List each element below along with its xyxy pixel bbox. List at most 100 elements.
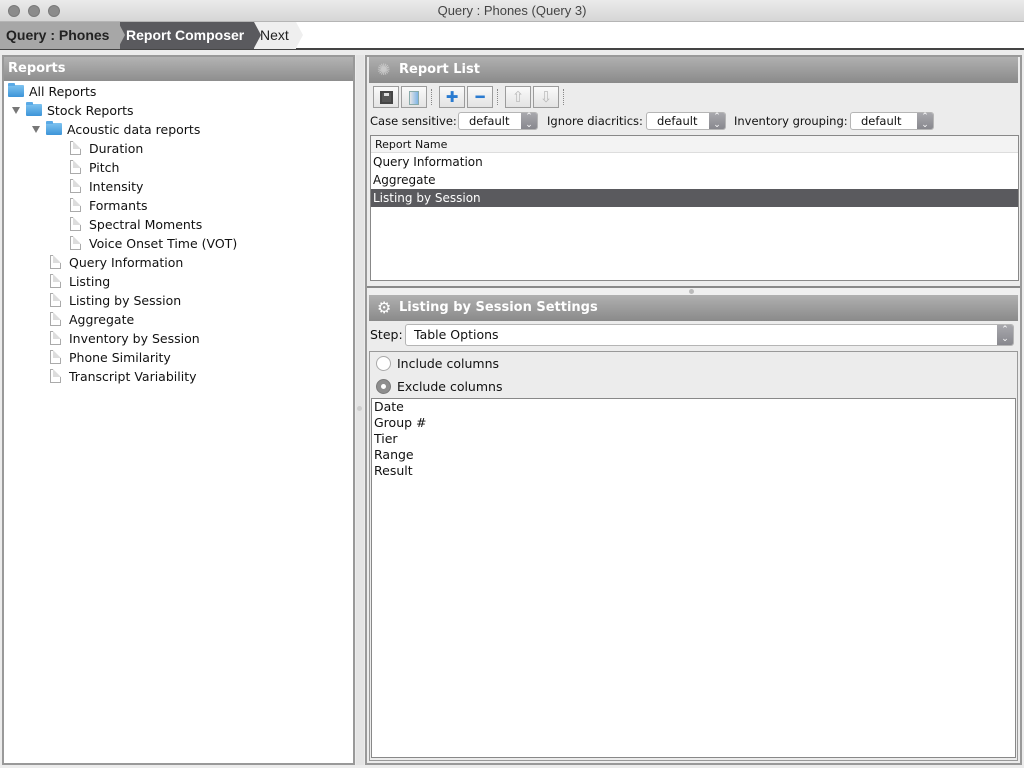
tree-item-label: Intensity — [89, 179, 144, 194]
expand-triangle-icon[interactable] — [32, 126, 40, 133]
document-icon — [50, 350, 61, 364]
tree-item-label: Stock Reports — [47, 103, 134, 118]
ignore-diacritics-value: default — [657, 114, 698, 128]
ignore-diacritics-select[interactable]: default ⌃ ⌄ — [646, 112, 726, 130]
breadcrumb-separator — [254, 22, 261, 48]
tree-item-listing-by-session[interactable]: Listing by Session — [50, 291, 181, 310]
exclude-columns-radio[interactable]: Exclude columns — [376, 377, 502, 397]
tree-item-vot[interactable]: Voice Onset Time (VOT) — [70, 234, 237, 253]
vertical-split-handle[interactable] — [356, 55, 364, 765]
table-row[interactable]: Query Information — [371, 153, 1018, 171]
zoom-window-button[interactable] — [48, 5, 60, 17]
tree-item-label: All Reports — [29, 84, 97, 99]
tree-item-query-information[interactable]: Query Information — [50, 253, 183, 272]
tree-item-transcript-variability[interactable]: Transcript Variability — [50, 367, 197, 386]
open-button[interactable] — [401, 86, 427, 108]
report-list-title: Report List — [399, 62, 480, 77]
folder-icon — [26, 102, 42, 116]
settings-header: ⚙ Listing by Session Settings — [369, 295, 1018, 321]
tree-item-phone-similarity[interactable]: Phone Similarity — [50, 348, 171, 367]
window-title: Query : Phones (Query 3) — [437, 3, 587, 18]
case-sensitive-label: Case sensitive: — [370, 114, 457, 128]
spinner-icon: ✺ — [377, 60, 391, 79]
breadcrumb-report-composer-label: Report Composer — [126, 27, 245, 43]
case-sensitive-value: default — [469, 114, 510, 128]
column-item: Group # — [374, 415, 427, 430]
step-value: Table Options — [414, 327, 499, 342]
tree-item-inventory-by-session[interactable]: Inventory by Session — [50, 329, 200, 348]
close-window-button[interactable] — [8, 5, 20, 17]
chevron-updown-icon: ⌃ ⌄ — [997, 325, 1013, 345]
radio-checked-icon — [376, 379, 391, 394]
folder-icon — [8, 83, 24, 97]
step-label: Step: — [370, 327, 403, 342]
exclude-columns-label: Exclude columns — [397, 379, 503, 394]
tree-item-label: Inventory by Session — [69, 331, 200, 346]
reports-panel: Reports All Reports Stock Reports Acoust… — [2, 55, 355, 765]
remove-report-button[interactable]: ━ — [467, 86, 493, 108]
breadcrumb-separator — [296, 22, 303, 48]
tree-item-duration[interactable]: Duration — [70, 139, 143, 158]
tree-item-formants[interactable]: Formants — [70, 196, 147, 215]
document-icon — [50, 293, 61, 307]
ignore-diacritics-label: Ignore diacritics: — [547, 114, 643, 128]
breadcrumb-query-phones-label: Query : Phones — [6, 27, 110, 43]
tree-item-stock-reports[interactable]: Stock Reports — [12, 101, 134, 120]
column-item: Result — [374, 463, 413, 478]
document-icon — [70, 217, 81, 231]
document-icon — [70, 198, 81, 212]
tree-item-listing[interactable]: Listing — [50, 272, 110, 291]
tree-item-intensity[interactable]: Intensity — [70, 177, 143, 196]
toolbar-separator — [497, 89, 498, 105]
tree-item-acoustic-data-reports[interactable]: Acoustic data reports — [32, 120, 200, 139]
inventory-grouping-value: default — [861, 114, 902, 128]
add-report-button[interactable]: ✚ — [439, 86, 465, 108]
expand-triangle-icon[interactable] — [12, 107, 20, 114]
split-grip-icon — [689, 289, 694, 294]
settings-title: Listing by Session Settings — [399, 300, 598, 315]
breadcrumb-report-composer[interactable]: Report Composer — [118, 22, 254, 49]
case-sensitive-select[interactable]: default ⌃ ⌄ — [458, 112, 538, 130]
window-titlebar: Query : Phones (Query 3) — [0, 0, 1024, 22]
document-icon — [70, 160, 81, 174]
reports-panel-title: Reports — [4, 57, 353, 81]
tree-item-spectral-moments[interactable]: Spectral Moments — [70, 215, 202, 234]
arrow-down-icon: ⇩ — [539, 88, 553, 106]
table-row-selected[interactable]: Listing by Session — [371, 189, 1018, 207]
radio-unchecked-icon — [376, 356, 391, 371]
step-select[interactable]: Table Options ⌃ ⌄ — [405, 324, 1014, 346]
breadcrumb: Next Report Composer Query : Phones — [0, 22, 1024, 50]
gear-icon: ⚙ — [377, 298, 392, 317]
chevron-updown-icon: ⌃ ⌄ — [917, 113, 933, 130]
breadcrumb-query-phones[interactable]: Query : Phones — [0, 22, 120, 49]
column-item: Tier — [374, 431, 398, 446]
document-icon — [70, 236, 81, 250]
columns-textarea[interactable]: Date Group # Tier Range Result — [371, 398, 1016, 758]
breadcrumb-next-label: Next — [260, 27, 289, 43]
save-icon — [379, 91, 393, 104]
tree-item-label: Query Information — [69, 255, 184, 270]
tree-item-label: Pitch — [89, 160, 120, 175]
document-icon — [50, 255, 61, 269]
tree-item-all-reports[interactable]: All Reports — [8, 82, 96, 101]
include-columns-radio[interactable]: Include columns — [376, 354, 499, 374]
document-icon — [50, 274, 61, 288]
report-settings-panel: ⚙ Listing by Session Settings Step: Tabl… — [367, 295, 1020, 763]
tree-item-pitch[interactable]: Pitch — [70, 158, 119, 177]
table-row[interactable]: Aggregate — [371, 171, 1018, 189]
horizontal-split-handle[interactable] — [367, 286, 1020, 295]
tree-item-label: Listing — [69, 274, 111, 289]
tree-item-label: Voice Onset Time (VOT) — [89, 236, 238, 251]
column-item: Range — [374, 447, 414, 462]
column-header-report-name[interactable]: Report Name — [371, 136, 1018, 153]
toolbar-separator — [431, 89, 432, 105]
remove-icon: ━ — [475, 88, 485, 106]
move-down-button[interactable]: ⇩ — [533, 86, 559, 108]
open-icon — [409, 91, 419, 105]
save-button[interactable] — [373, 86, 399, 108]
move-up-button[interactable]: ⇧ — [505, 86, 531, 108]
minimize-window-button[interactable] — [28, 5, 40, 17]
inventory-grouping-select[interactable]: default ⌃ ⌄ — [850, 112, 934, 130]
document-icon — [50, 312, 61, 326]
tree-item-aggregate[interactable]: Aggregate — [50, 310, 134, 329]
